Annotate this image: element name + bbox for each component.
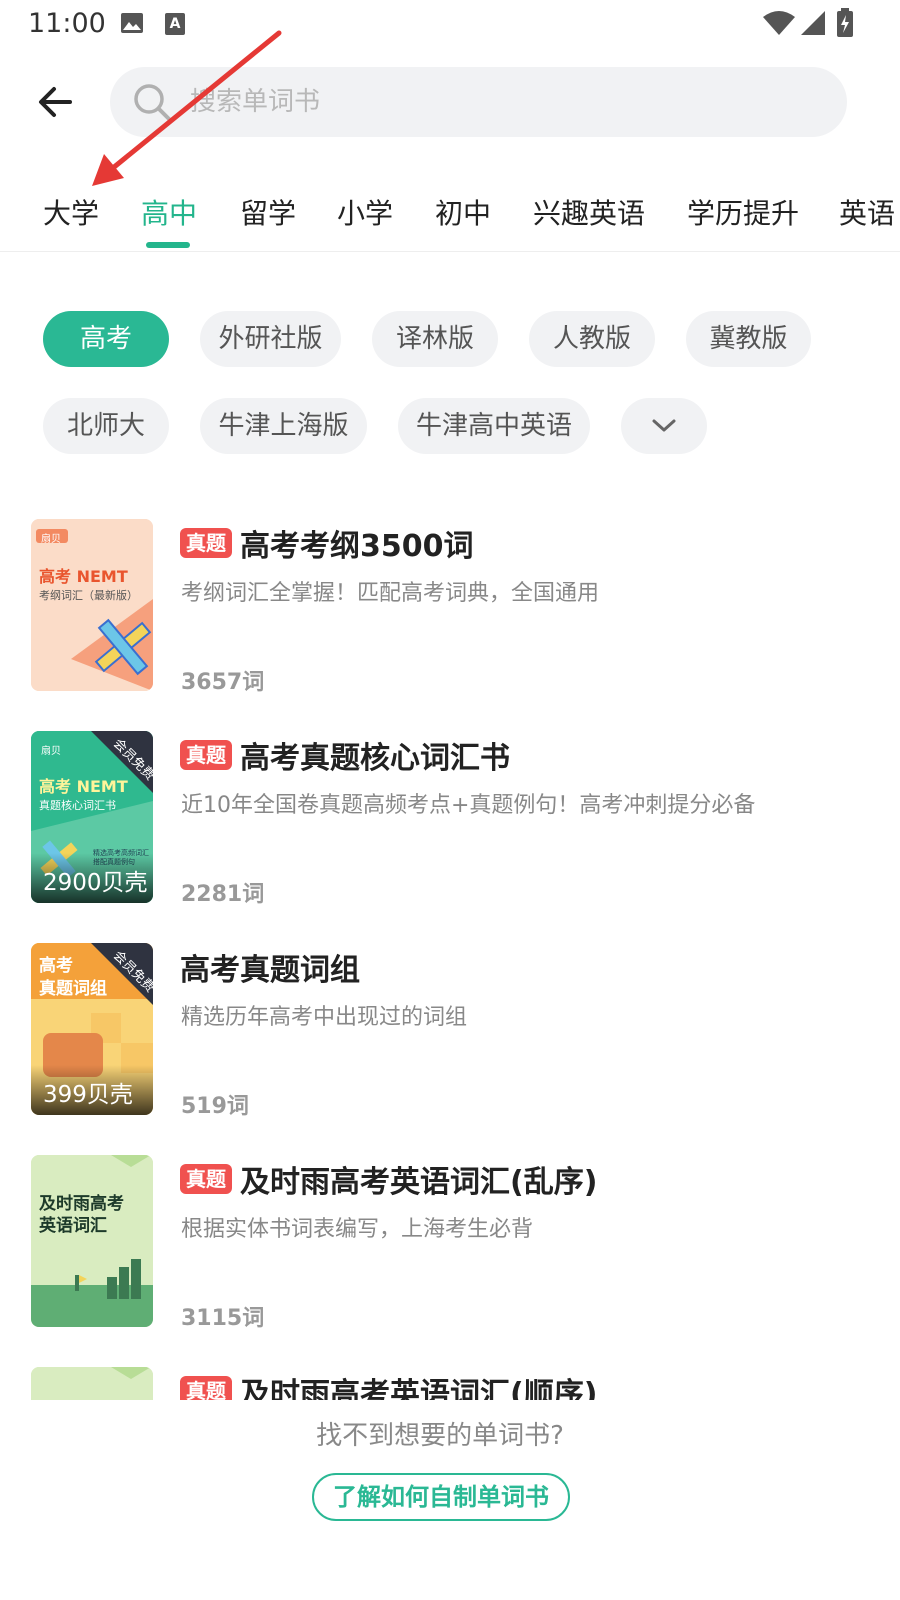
book-list: 扇贝 高考 NEMT 考纲词汇（最新版） 真题 高考考纲3500词 考纲词汇全掌… [0, 515, 900, 1400]
cover-line1: 高考 NEMT [39, 567, 128, 586]
tab-primary-school[interactable]: 小学 [337, 192, 393, 232]
filter-gaokao[interactable]: 高考 [43, 311, 169, 367]
category-tabs: 大学 高中 留学 小学 初中 兴趣英语 学历提升 英语 [0, 178, 900, 252]
book-cover: 会员免费 扇贝 高考 NEMT 真题核心词汇书 精选高考高频词汇 搭配真题例句 … [31, 731, 153, 903]
list-item[interactable]: 会员免费 高考 真题词组 399贝壳 高考真题词组 精选历年高考中出现过的词组 … [0, 943, 900, 1123]
book-description: 近10年全国卷真题高频考点+真题例句！高考冲刺提分必备 [181, 793, 756, 818]
book-cover-art [31, 1367, 153, 1400]
cellular-signal-icon [801, 11, 825, 35]
chevron-down-icon [652, 419, 676, 432]
filter-pep[interactable]: 人教版 [529, 311, 655, 367]
cover-line2: 真题词组 [39, 979, 107, 999]
cover-line2: 真题核心词汇书 [39, 799, 116, 812]
custom-wordbook-button[interactable]: 了解如何自制单词书 [312, 1473, 570, 1521]
tab-degree-upgrade[interactable]: 学历提升 [687, 192, 799, 232]
word-count: 519词 [181, 1094, 249, 1119]
book-title-text: 高考考纲3500词 [240, 529, 474, 564]
filter-oxford-high-school[interactable]: 牛津高中英语 [398, 398, 590, 454]
status-bar: 11:00 A [0, 0, 900, 50]
image-notification-icon [121, 13, 143, 33]
exam-tag: 真题 [180, 1376, 232, 1400]
book-title: 真题 高考真题核心词汇书 [180, 733, 510, 777]
exam-tag: 真题 [180, 740, 232, 770]
tab-study-abroad[interactable]: 留学 [240, 192, 296, 232]
text-notification-icon: A [165, 13, 185, 35]
book-cover: 扇贝 高考 NEMT 考纲词汇（最新版） [31, 519, 153, 691]
footer: 找不到想要的单词书? 了解如何自制单词书 [0, 1400, 900, 1600]
word-count: 3657词 [181, 670, 265, 695]
search-box[interactable] [110, 67, 847, 137]
book-title: 真题 及时雨高考英语词汇(乱序) [180, 1157, 597, 1201]
exam-tag: 真题 [180, 1164, 232, 1194]
exam-tag: 真题 [180, 528, 232, 558]
footer-hint: 找不到想要的单词书? [316, 1421, 564, 1451]
list-item[interactable]: 真题 及时雨高考英语词汇(顺序) [0, 1367, 900, 1400]
cover-line1: 高考 [39, 956, 73, 976]
filter-oxford-shanghai[interactable]: 牛津上海版 [200, 398, 367, 454]
tab-junior-high[interactable]: 初中 [435, 192, 491, 232]
book-description: 精选历年高考中出现过的词组 [181, 1005, 468, 1030]
list-item[interactable]: 会员免费 扇贝 高考 NEMT 真题核心词汇书 精选高考高频词汇 搭配真题例句 … [0, 731, 900, 911]
word-count: 2281词 [181, 882, 265, 907]
book-title: 真题 高考考纲3500词 [180, 521, 474, 565]
search-row [0, 62, 900, 142]
svg-text:A: A [170, 16, 181, 32]
book-title: 真题 及时雨高考英语词汇(顺序) [180, 1369, 597, 1400]
status-time: 11:00 [28, 8, 106, 39]
battery-charging-icon [837, 8, 853, 37]
tab-english[interactable]: 英语 [839, 192, 895, 232]
back-arrow-icon[interactable] [30, 76, 82, 128]
book-cover: 及时雨高考 英语词汇 [31, 1155, 153, 1327]
price-label: 399贝壳 [43, 1082, 133, 1108]
filter-yilin[interactable]: 译林版 [372, 311, 498, 367]
book-title-text: 及时雨高考英语词汇(顺序) [240, 1377, 598, 1400]
expand-filters-button[interactable] [621, 398, 707, 454]
book-description: 考纲词汇全掌握！匹配高考词典，全国通用 [181, 581, 600, 606]
cover-brand: 扇贝 [41, 534, 61, 545]
book-title-text: 高考真题核心词汇书 [240, 741, 510, 776]
book-description: 根据实体书词表编写，上海考生必背 [181, 1217, 534, 1242]
book-title-text: 高考真题词组 [180, 953, 360, 988]
cover-line1: 高考 NEMT [39, 777, 128, 796]
book-cover-art [31, 1155, 153, 1327]
book-title: 高考真题词组 [180, 945, 360, 989]
filter-fltrp[interactable]: 外研社版 [200, 311, 341, 367]
cover-brand: 扇贝 [41, 746, 61, 757]
search-icon [134, 84, 171, 121]
book-cover [31, 1367, 153, 1400]
tab-university[interactable]: 大学 [43, 192, 99, 232]
filter-bnu[interactable]: 北师大 [43, 398, 169, 454]
list-item[interactable]: 及时雨高考 英语词汇 真题 及时雨高考英语词汇(乱序) 根据实体书词表编写，上海… [0, 1155, 900, 1335]
active-tab-indicator [146, 242, 190, 248]
wifi-icon [763, 11, 795, 35]
list-item[interactable]: 扇贝 高考 NEMT 考纲词汇（最新版） 真题 高考考纲3500词 考纲词汇全掌… [0, 519, 900, 699]
price-label: 2900贝壳 [43, 870, 148, 896]
tab-interest-english[interactable]: 兴趣英语 [533, 192, 645, 232]
filter-hebei[interactable]: 冀教版 [686, 311, 811, 367]
cover-line2: 英语词汇 [39, 1216, 107, 1236]
tab-high-school[interactable]: 高中 [141, 192, 197, 232]
word-count: 3115词 [181, 1306, 265, 1331]
book-title-text: 及时雨高考英语词汇(乱序) [240, 1165, 598, 1200]
book-cover: 会员免费 高考 真题词组 399贝壳 [31, 943, 153, 1115]
cover-line2: 考纲词汇（最新版） [39, 589, 138, 602]
search-input[interactable] [190, 67, 810, 137]
